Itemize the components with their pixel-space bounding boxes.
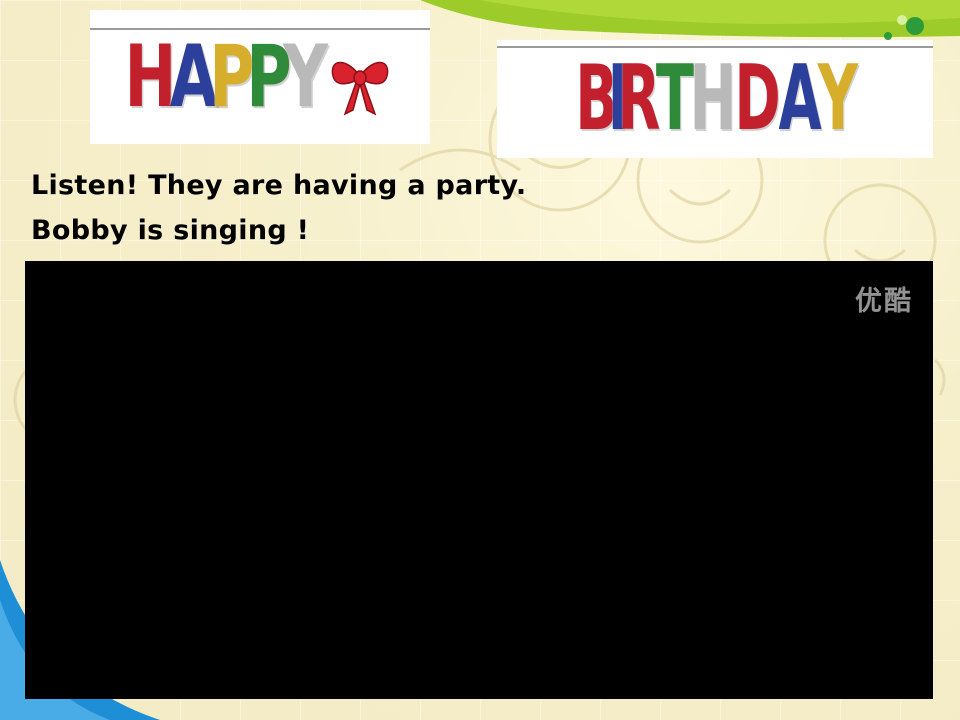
banner-letter: A (778, 46, 821, 151)
banner-letter: D (734, 46, 781, 151)
video-watermark: 优酷 (855, 286, 913, 317)
caption-line-2: Bobby is singing ! (31, 215, 310, 246)
bow-icon (332, 61, 389, 116)
banner-letter: Y (817, 46, 857, 151)
banner-letter: R (617, 46, 661, 151)
banner-letter: Y (283, 27, 328, 127)
video-player[interactable]: 优酷 (25, 261, 933, 699)
caption-line-1: Listen! They are having a party. (31, 170, 527, 201)
birthday-letters: B I R T H D A Y (575, 46, 857, 151)
happy-banner: H A P P Y (90, 10, 430, 144)
banner-letter: T (655, 46, 693, 151)
banner-letter: A (169, 27, 217, 127)
banner-letter: H (124, 27, 176, 127)
banner-letter: H (689, 46, 737, 151)
happy-letters: H A P P Y (124, 27, 394, 127)
birthday-banner: B I R T H D A Y (497, 40, 933, 158)
